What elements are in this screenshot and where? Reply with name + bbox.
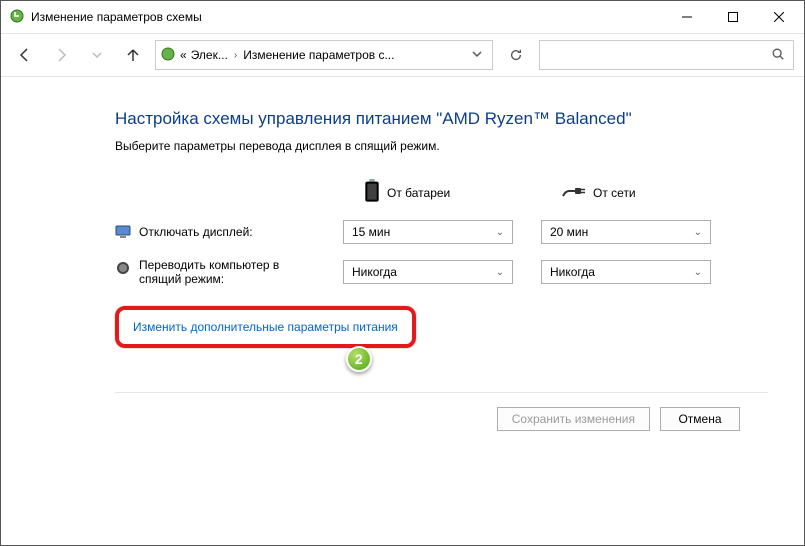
plug-icon [561,182,587,203]
window-controls [664,1,802,33]
chevron-right-icon[interactable]: › [232,50,239,61]
page-subheading: Выберите параметры перевода дисплея в сп… [115,139,768,153]
select-value: 20 мин [550,225,588,239]
select-sleep-ac[interactable]: Никогда ⌄ [541,260,711,284]
battery-icon [363,179,381,206]
select-sleep-battery[interactable]: Никогда ⌄ [343,260,513,284]
advanced-settings-link[interactable]: Изменить дополнительные параметры питани… [133,320,398,334]
app-icon [9,8,25,27]
chevron-down-icon: ⌄ [496,267,504,278]
col-ac-label: От сети [593,186,636,200]
save-button[interactable]: Сохранить изменения [497,407,650,431]
col-battery-label: От батареи [387,186,450,200]
navbar: « Элек... › Изменение параметров с... [1,33,804,77]
content-area: Настройка схемы управления питанием "AMD… [1,77,804,431]
annotation-badge: 2 [346,346,372,372]
monitor-icon [115,224,131,240]
row-sleep-label: Переводить компьютер в спящий режим: [115,258,315,286]
chevron-down-icon: ⌄ [694,227,702,238]
breadcrumb-seg1[interactable]: Элек... [191,48,228,62]
titlebar: Изменение параметров схемы [1,1,804,33]
close-button[interactable] [756,1,802,33]
row-display-off-text: Отключать дисплей: [139,225,253,239]
col-battery: От батареи [343,179,513,206]
col-ac: От сети [541,182,711,203]
window: Изменение параметров схемы « Элек... › И… [0,0,805,546]
button-row: Сохранить изменения Отмена [115,393,768,431]
select-value: Никогда [352,265,397,279]
highlight-box: Изменить дополнительные параметры питани… [115,306,416,348]
forward-button[interactable] [47,41,75,69]
app-icon [160,46,176,65]
search-icon[interactable] [771,47,785,64]
select-display-off-battery[interactable]: 15 мин ⌄ [343,220,513,244]
select-display-off-ac[interactable]: 20 мин ⌄ [541,220,711,244]
back-button[interactable] [11,41,39,69]
cancel-button[interactable]: Отмена [660,407,740,431]
row-sleep-text: Переводить компьютер в спящий режим: [139,258,315,286]
window-title: Изменение параметров схемы [31,10,664,24]
page-heading: Настройка схемы управления питанием "AMD… [115,109,768,129]
address-bar[interactable]: « Элек... › Изменение параметров с... [155,40,493,70]
search-box[interactable] [539,40,794,70]
row-display-off-label: Отключать дисплей: [115,224,315,240]
select-value: Никогда [550,265,595,279]
chevron-down-icon: ⌄ [694,267,702,278]
address-dropdown-icon[interactable] [466,48,488,62]
breadcrumb-seg2[interactable]: Изменение параметров с... [243,48,394,62]
refresh-button[interactable] [501,40,531,70]
recent-dropdown[interactable] [83,41,111,69]
minimize-button[interactable] [664,1,710,33]
search-input[interactable] [548,48,771,62]
sleep-icon [115,260,131,276]
select-value: 15 мин [352,225,390,239]
up-button[interactable] [119,41,147,69]
breadcrumb-prefix: « [180,48,187,62]
settings-grid: От батареи От сети Отключать дисплей: 15… [115,179,768,286]
maximize-button[interactable] [710,1,756,33]
chevron-down-icon: ⌄ [496,227,504,238]
